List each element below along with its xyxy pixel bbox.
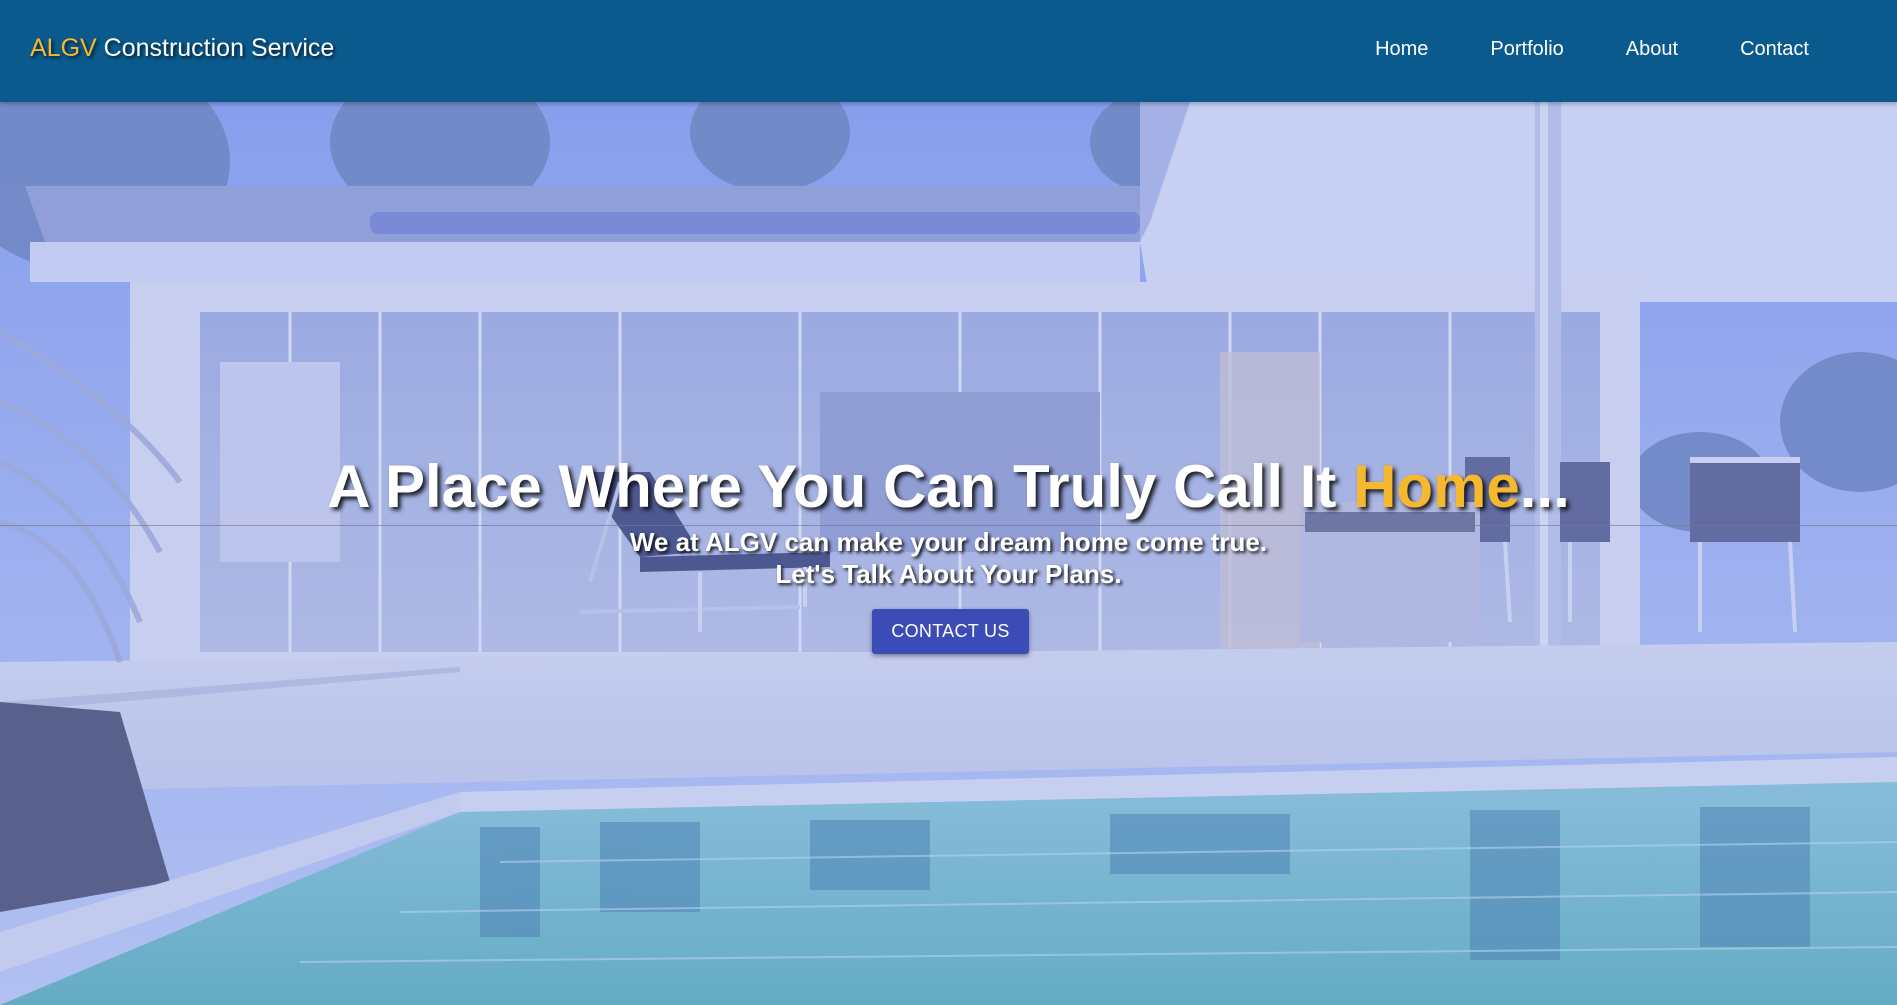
nav-links: Home Portfolio About Contact — [1375, 38, 1809, 61]
nav-about-link[interactable]: About — [1626, 38, 1678, 61]
hero-content: A Place Where You Can Truly Call It Home… — [0, 102, 1897, 1005]
nav-contact-link[interactable]: Contact — [1740, 38, 1809, 61]
hero-headline-main: A Place Where You Can Truly Call It — [327, 453, 1354, 520]
hero-headline: A Place Where You Can Truly Call It Home… — [0, 452, 1897, 521]
navbar: ALGV Construction Service Home Portfolio… — [0, 0, 1897, 102]
brand-accent: ALGV — [30, 34, 97, 62]
hero-subline-2: Let's Talk About Your Plans. — [775, 559, 1122, 589]
contact-us-button[interactable]: CONTACT US — [872, 609, 1029, 654]
hero-section: A Place Where You Can Truly Call It Home… — [0, 102, 1897, 1005]
brand-name: Construction Service — [96, 34, 335, 62]
hero-headline-suffix: ... — [1519, 453, 1570, 520]
brand-logo[interactable]: ALGV Construction Service — [30, 34, 334, 63]
nav-portfolio-link[interactable]: Portfolio — [1490, 38, 1563, 61]
hero-divider — [0, 525, 1897, 526]
nav-home-link[interactable]: Home — [1375, 38, 1428, 61]
hero-subline-1: We at ALGV can make your dream home come… — [629, 527, 1268, 557]
hero-headline-accent: Home — [1353, 453, 1520, 520]
